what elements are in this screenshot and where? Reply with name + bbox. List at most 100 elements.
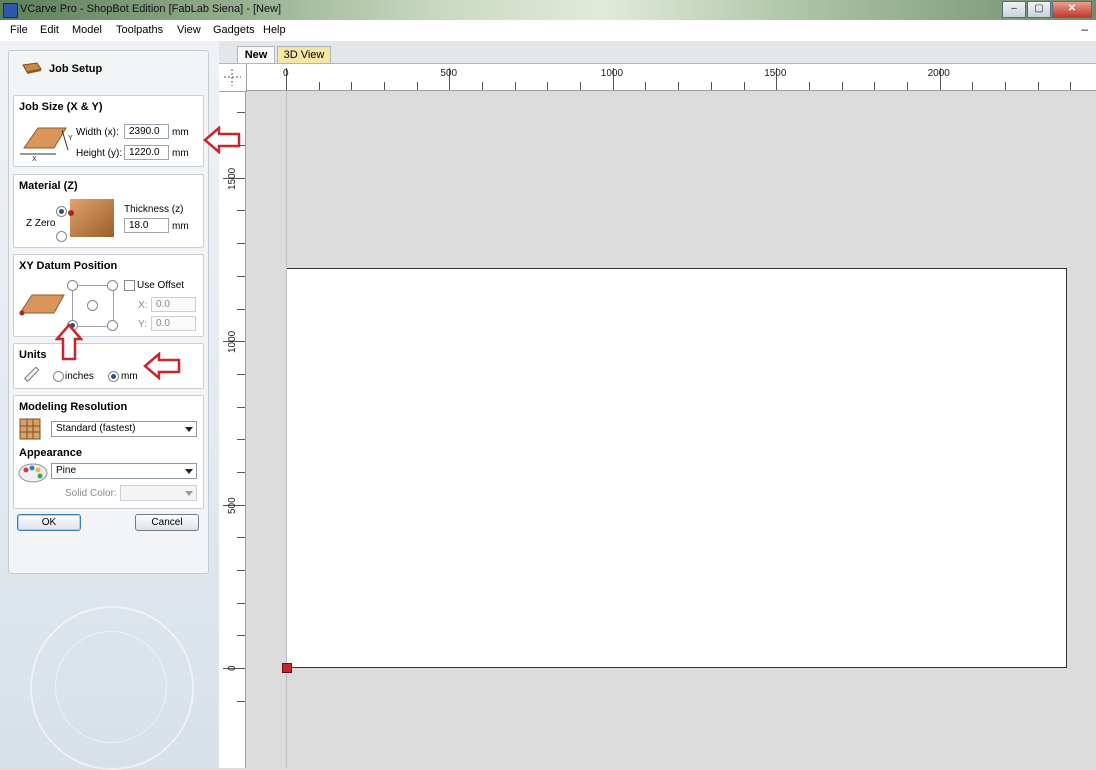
cancel-button[interactable]: Cancel — [135, 514, 199, 531]
chevron-down-icon — [185, 491, 193, 496]
use-offset-checkbox[interactable] — [124, 280, 135, 291]
units-mm-radio[interactable] — [108, 371, 119, 382]
ruler-label: 1500 — [764, 68, 787, 79]
modeling-resolution-value: Standard (fastest) — [56, 423, 136, 434]
ruler-tick — [678, 82, 680, 90]
palette-icon — [18, 463, 48, 483]
datum-top-right-radio[interactable] — [107, 280, 118, 291]
modeling-resolution-select[interactable]: Standard (fastest) — [51, 421, 197, 437]
mdi-minimize-button[interactable]: – — [1081, 22, 1088, 36]
zzero-label: Z Zero — [26, 218, 56, 229]
solid-color-label: Solid Color: — [65, 488, 117, 499]
menu-edit[interactable]: Edit — [40, 24, 59, 36]
window-controls: ‒ ▢ ✕ — [1001, 1, 1092, 18]
width-label: Width (x): — [76, 127, 119, 138]
ruler-tick — [237, 406, 245, 408]
minimize-button[interactable]: ‒ — [1002, 1, 1026, 18]
ruler-tick — [237, 602, 245, 604]
units-mm-label: mm — [121, 371, 138, 382]
ruler-tick — [237, 537, 245, 539]
job-size-title: Job Size (X & Y) — [19, 101, 103, 113]
menu-view[interactable]: View — [177, 24, 201, 36]
ruler-tick — [237, 243, 245, 245]
appearance-select[interactable]: Pine — [51, 463, 197, 479]
ruler-tick — [743, 82, 745, 90]
offset-y-label: Y: — [138, 319, 147, 330]
ruler-tick — [237, 700, 245, 702]
ruler-tick — [710, 82, 712, 90]
background-decoration-inner — [55, 631, 167, 743]
ruler-tick — [351, 82, 353, 90]
appearance-value: Pine — [56, 465, 77, 476]
datum-top-left-radio[interactable] — [67, 280, 78, 291]
thickness-label: Thickness (z) — [124, 204, 184, 215]
svg-text:Y: Y — [68, 135, 73, 142]
ruler-label: 500 — [440, 68, 458, 79]
horizontal-ruler: 05001000150020002 — [246, 64, 1096, 91]
units-inches-radio[interactable] — [53, 371, 64, 382]
ruler-tick — [384, 82, 386, 90]
ruler-tick — [318, 82, 320, 90]
ruler-tick — [906, 82, 908, 90]
grid-resolution-icon — [19, 418, 41, 440]
job-setup-icon — [22, 62, 42, 74]
offset-x-input[interactable]: 0.0 — [151, 297, 196, 312]
thickness-unit: mm — [172, 221, 189, 232]
tab-3d-view[interactable]: 3D View — [277, 46, 331, 63]
width-input[interactable]: 2390.0 — [124, 124, 169, 139]
ruler-tick — [482, 82, 484, 90]
material-title: Material (Z) — [19, 180, 78, 192]
solid-color-select[interactable] — [120, 485, 197, 501]
ruler-tick — [237, 471, 245, 473]
datum-bottom-right-radio[interactable] — [107, 320, 118, 331]
offset-y-input[interactable]: 0.0 — [151, 316, 196, 331]
close-button[interactable]: ✕ — [1052, 1, 1092, 18]
ruler-tick — [416, 82, 418, 90]
datum-board-icon — [19, 294, 65, 316]
menu-gadgets[interactable]: Gadgets — [213, 24, 255, 36]
ruler-tick — [1037, 82, 1039, 90]
ruler-label: 0 — [227, 665, 238, 671]
menu-bar: File Edit Model Toolpaths View Gadgets H… — [0, 20, 1096, 42]
ok-button[interactable]: OK — [17, 514, 81, 531]
ruler-tick — [1004, 82, 1006, 90]
ruler-tick — [237, 569, 245, 571]
units-title: Units — [19, 349, 47, 361]
crosshair-icon — [224, 69, 241, 86]
chevron-down-icon — [185, 469, 193, 474]
ruler-tick — [237, 112, 245, 114]
menu-help[interactable]: Help — [263, 24, 286, 36]
xy-datum-group: XY Datum Position Use Offset X: 0.0 Y: 0… — [13, 254, 204, 337]
ruler-tick — [808, 82, 810, 90]
ruler-label: 0 — [283, 68, 289, 79]
job-size-icon: X Y — [20, 127, 73, 162]
ruler-label: 1000 — [600, 68, 624, 79]
height-unit: mm — [172, 148, 189, 159]
annotation-arrow-job-size — [203, 126, 241, 154]
maximize-button[interactable]: ▢ — [1027, 1, 1051, 18]
window-title: VCarve Pro - ShopBot Edition [FabLab Sie… — [20, 3, 282, 15]
ruler-tick — [874, 82, 876, 90]
thickness-input[interactable]: 18.0 — [124, 218, 169, 233]
menu-toolpaths[interactable]: Toolpaths — [116, 24, 163, 36]
menu-model[interactable]: Model — [72, 24, 102, 36]
material-group: Material (Z) Z Zero Thickness (z) 18.0 m… — [13, 174, 204, 248]
datum-center-radio[interactable] — [87, 300, 98, 311]
appearance-title: Appearance — [19, 447, 82, 459]
ruler-tick — [237, 635, 245, 637]
ruler-label: 2000 — [927, 68, 950, 79]
vertical-ruler: 1500 1000 500 0 — [219, 64, 246, 768]
annotation-arrow-datum — [55, 323, 83, 361]
offset-x-label: X: — [138, 300, 148, 311]
height-input[interactable]: 1220.0 — [124, 145, 169, 160]
ruler-icon — [23, 366, 40, 383]
ruler-tick — [547, 82, 549, 90]
material-block-icon — [68, 199, 114, 237]
annotation-arrow-units — [143, 352, 181, 380]
document-tabs: New 3D View — [219, 41, 1096, 64]
tab-new[interactable]: New — [237, 46, 275, 63]
menu-file[interactable]: File — [10, 24, 28, 36]
height-label: Height (y): — [76, 148, 123, 159]
left-pane: Job Setup Job Size (X & Y) X Y Width (x)… — [0, 41, 220, 770]
material-sheet[interactable] — [286, 268, 1067, 668]
